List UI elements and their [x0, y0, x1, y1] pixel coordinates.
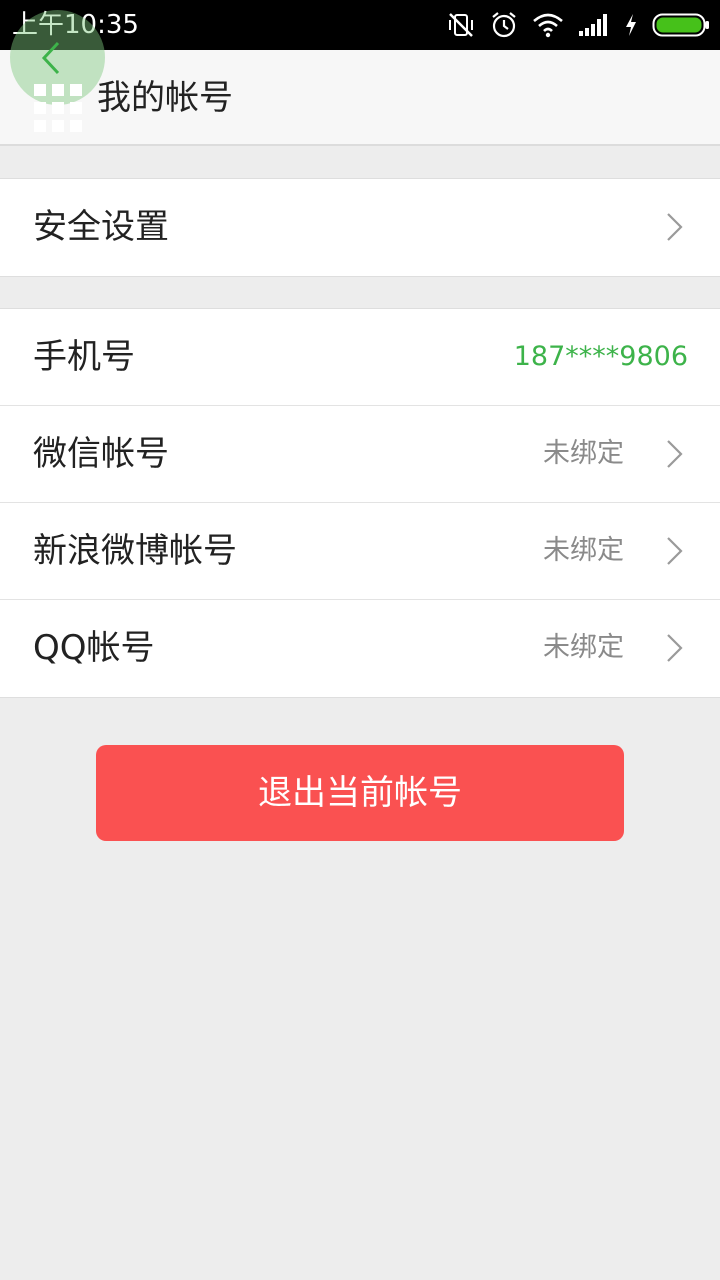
chevron-right-icon: [666, 536, 684, 570]
logout-button[interactable]: 退出当前帐号: [96, 745, 624, 841]
qq-account-status: 未绑定: [543, 632, 624, 663]
wechat-account-label: 微信帐号: [33, 434, 169, 474]
signal-icon: [578, 13, 610, 37]
page-title: 我的帐号: [97, 78, 233, 118]
security-settings-row[interactable]: 安全设置: [0, 179, 720, 276]
phone-label: 手机号: [33, 337, 135, 377]
wechat-account-status: 未绑定: [543, 438, 624, 469]
weibo-account-status: 未绑定: [543, 535, 624, 566]
status-bar: 上午10:35: [0, 0, 720, 50]
phone-row: 手机号 187****9806: [0, 309, 720, 406]
chevron-right-icon: [666, 439, 684, 473]
status-icons: [446, 0, 710, 50]
alarm-icon: [490, 11, 518, 39]
weibo-account-row[interactable]: 新浪微博帐号 未绑定: [0, 503, 720, 600]
weibo-account-label: 新浪微博帐号: [33, 531, 237, 571]
battery-icon: [652, 12, 710, 38]
qq-account-label: QQ帐号: [33, 628, 155, 668]
vibrate-off-icon: [446, 10, 476, 40]
security-settings-label: 安全设置: [33, 207, 169, 247]
back-arrow-icon: [38, 38, 64, 82]
chevron-right-icon: [666, 212, 684, 246]
charging-icon: [624, 13, 638, 37]
accounts-group: 手机号 187****9806 微信帐号 未绑定 新浪微博帐号 未绑定 QQ帐号…: [0, 308, 720, 698]
chevron-right-icon: [666, 633, 684, 667]
phone-value: 187****9806: [513, 341, 688, 372]
security-group: 安全设置: [0, 178, 720, 277]
apps-grid-icon: [34, 84, 84, 134]
qq-account-row[interactable]: QQ帐号 未绑定: [0, 600, 720, 697]
wechat-account-row[interactable]: 微信帐号 未绑定: [0, 406, 720, 503]
wifi-icon: [532, 12, 564, 38]
